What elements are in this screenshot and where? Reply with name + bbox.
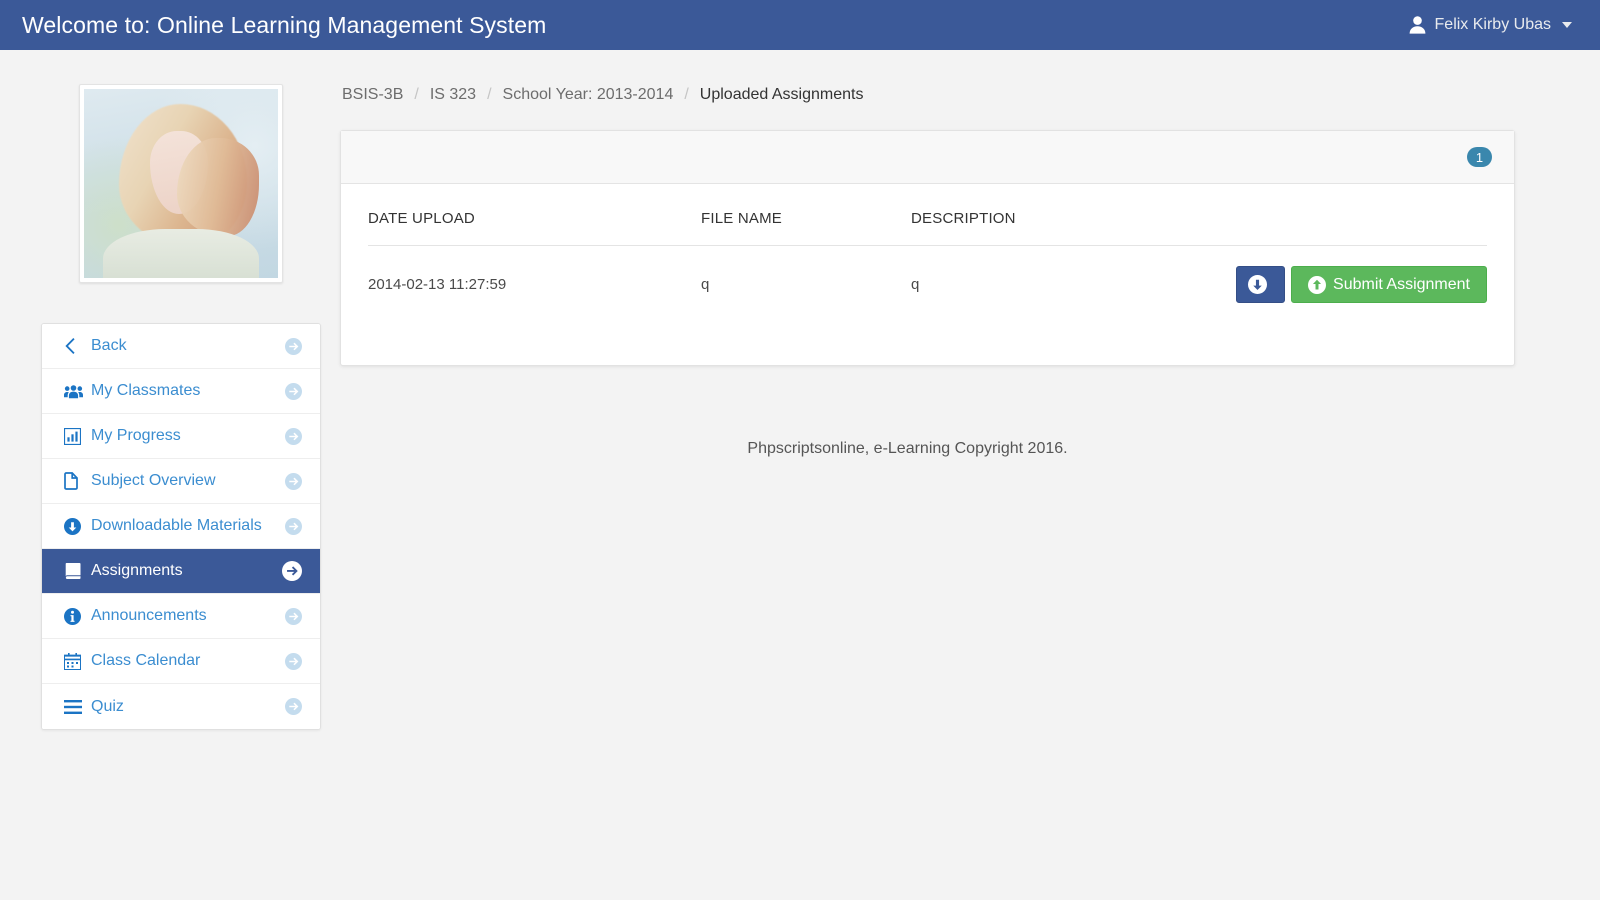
book-icon (64, 563, 86, 579)
arrow-circle-right-icon (284, 427, 302, 445)
column-header-file-name: FILE NAME (701, 206, 911, 246)
sidebar-item-label: Assignments (91, 562, 183, 579)
user-icon (1409, 16, 1426, 34)
download-circle-icon (64, 517, 86, 535)
breadcrumb-separator: / (684, 86, 689, 103)
info-circle-icon (64, 607, 86, 625)
sidebar-item-my-progress[interactable]: My Progress (42, 414, 320, 459)
sidebar-item-back[interactable]: Back (42, 324, 320, 369)
submit-assignment-button[interactable]: Submit Assignment (1291, 266, 1487, 303)
sidebar-item-assignments[interactable]: Assignments (42, 549, 320, 594)
chevron-left-icon (64, 338, 86, 354)
arrow-circle-right-icon (284, 698, 302, 715)
avatar (79, 84, 283, 283)
status-badge: 1 (1467, 147, 1492, 167)
user-name: Felix Kirby Ubas (1434, 16, 1551, 33)
left-column: Back My Classmates My Progress Subject O… (0, 50, 340, 730)
cell-file-name: q (701, 276, 710, 293)
row-action-group: Submit Assignment (1217, 266, 1487, 303)
sidebar-item-label: Class Calendar (91, 652, 201, 669)
main-content: BSIS-3B / IS 323 / School Year: 2013-201… (340, 50, 1600, 458)
sidebar-item-label: My Progress (91, 427, 181, 444)
table-header-row: DATE UPLOAD FILE NAME DESCRIPTION (368, 206, 1487, 246)
file-icon (64, 472, 86, 490)
panel-header: 1 (341, 131, 1514, 184)
app-title: Welcome to: Online Learning Management S… (22, 11, 547, 38)
sidebar-item-subject-overview[interactable]: Subject Overview (42, 459, 320, 504)
list-icon (64, 699, 86, 714)
bar-chart-icon (64, 427, 86, 445)
top-navbar: Welcome to: Online Learning Management S… (0, 0, 1600, 50)
breadcrumb-item-subject[interactable]: IS 323 (430, 86, 476, 104)
cell-actions: Submit Assignment (1217, 246, 1487, 324)
table-row: 2014-02-13 11:27:59 q q Submit Assignmen… (368, 246, 1487, 324)
breadcrumb-item-class[interactable]: BSIS-3B (342, 86, 403, 104)
sidebar-item-label: Downloadable Materials (91, 517, 262, 534)
panel-body: DATE UPLOAD FILE NAME DESCRIPTION 2014-0… (341, 184, 1514, 365)
breadcrumb-item-school-year[interactable]: School Year: 2013-2014 (503, 86, 674, 104)
arrow-circle-right-icon (282, 561, 302, 581)
download-button[interactable] (1236, 266, 1286, 303)
arrow-circle-right-icon (284, 607, 302, 625)
breadcrumb-item-current: Uploaded Assignments (699, 86, 864, 103)
column-header-description: DESCRIPTION (911, 206, 1217, 246)
cell-date-upload: 2014-02-13 11:27:59 (368, 276, 507, 293)
arrow-circle-right-icon (284, 517, 302, 535)
users-icon (64, 384, 86, 399)
download-circle-icon (1247, 275, 1267, 294)
assignments-table: DATE UPLOAD FILE NAME DESCRIPTION 2014-0… (368, 206, 1487, 323)
sidebar-item-announcements[interactable]: Announcements (42, 594, 320, 639)
arrow-circle-right-icon (284, 382, 302, 400)
arrow-circle-right-icon (284, 652, 302, 670)
sidebar-item-label: Subject Overview (91, 472, 216, 489)
breadcrumb: BSIS-3B / IS 323 / School Year: 2013-201… (340, 84, 1515, 106)
footer-copyright: Phpscriptsonline, e-Learning Copyright 2… (747, 440, 1068, 457)
calendar-icon (64, 652, 86, 670)
upload-circle-icon (1308, 275, 1327, 294)
submit-assignment-label: Submit Assignment (1333, 275, 1470, 293)
sidebar-item-label: Quiz (91, 697, 124, 715)
arrow-circle-right-icon (284, 472, 302, 490)
page-body: Back My Classmates My Progress Subject O… (0, 50, 1600, 730)
sidebar-item-label: Announcements (91, 607, 207, 624)
cell-description: q (911, 276, 920, 293)
arrow-circle-right-icon (284, 337, 302, 355)
sidebar-item-my-classmates[interactable]: My Classmates (42, 369, 320, 414)
breadcrumb-separator: / (414, 86, 419, 103)
sidebar-item-label: Back (91, 337, 127, 354)
user-menu[interactable]: Felix Kirby Ubas (1409, 16, 1572, 34)
caret-down-icon (1562, 22, 1572, 28)
sidebar-item-label: My Classmates (91, 382, 201, 399)
column-header-actions (1217, 206, 1487, 246)
sidebar-menu: Back My Classmates My Progress Subject O… (41, 323, 321, 730)
sidebar-item-quiz[interactable]: Quiz (42, 684, 320, 729)
avatar-photo (84, 89, 278, 278)
sidebar-item-downloadable-materials[interactable]: Downloadable Materials (42, 504, 320, 549)
column-header-date-upload: DATE UPLOAD (368, 206, 701, 246)
breadcrumb-separator: / (487, 86, 492, 103)
sidebar-item-class-calendar[interactable]: Class Calendar (42, 639, 320, 684)
assignments-panel: 1 DATE UPLOAD FILE NAME DESCRIPTION 2014… (340, 130, 1515, 366)
